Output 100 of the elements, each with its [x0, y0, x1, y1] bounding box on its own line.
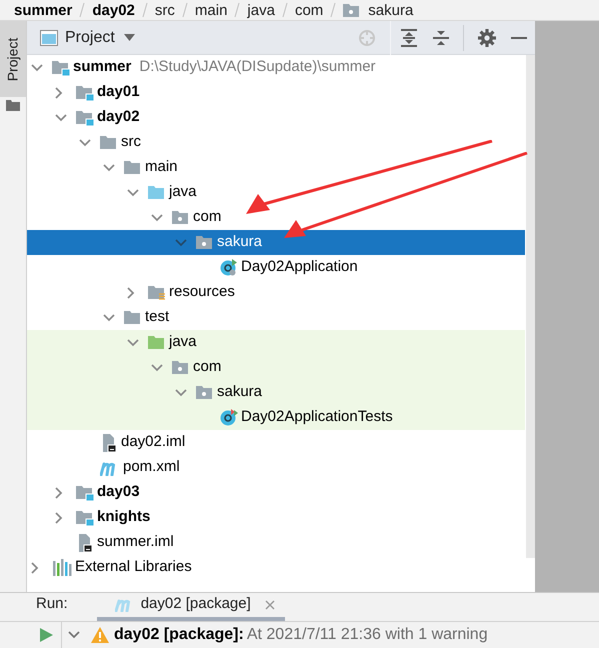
tree-item-label: day02.iml — [121, 432, 186, 452]
tree-item-label: External Libraries — [75, 557, 192, 578]
package-icon — [343, 2, 362, 18]
tree-row[interactable]: src — [27, 130, 525, 155]
tree-item-label: sakura — [217, 232, 262, 252]
tree-row[interactable]: com — [27, 205, 525, 230]
package-icon — [196, 384, 214, 401]
package-icon — [196, 234, 214, 251]
collapse-all-icon[interactable] — [433, 28, 449, 46]
run-tab[interactable]: day02 [package] — [96, 592, 285, 621]
chevron-right-icon[interactable] — [55, 486, 63, 498]
expand-all-icon[interactable] — [401, 28, 417, 46]
tree-row[interactable]: Day02Application — [27, 255, 525, 280]
tree-row[interactable]: main — [27, 155, 525, 180]
chevron-right-icon[interactable] — [31, 562, 39, 574]
chevron-right-icon[interactable] — [55, 512, 63, 524]
tree-row[interactable]: sakura — [27, 380, 525, 405]
tree-item-label: java — [169, 332, 197, 352]
tree-row[interactable]: summer.iml — [27, 530, 525, 555]
tree-item-label: com — [193, 357, 222, 378]
tree-row[interactable]: test — [27, 305, 525, 330]
breadcrumb-separator-icon — [234, 2, 240, 18]
run-entry-message: At 2021/7/11 21:36 with 1 warning — [246, 625, 488, 645]
tree-item-label: test — [145, 307, 170, 328]
tree-row[interactable]: day02 — [27, 105, 525, 130]
tree-row[interactable]: java — [27, 180, 525, 205]
chevron-down-icon[interactable] — [79, 138, 91, 146]
chevron-down-icon[interactable] — [68, 631, 80, 639]
module-folder-icon — [76, 109, 94, 126]
minimize-icon[interactable] — [511, 36, 527, 38]
panel-title[interactable]: Project — [65, 26, 115, 50]
chevron-right-icon[interactable] — [127, 286, 135, 298]
chevron-down-icon[interactable] — [151, 214, 163, 222]
tree-item-label: Day02ApplicationTests — [241, 407, 393, 428]
tree-item-label: summer.iml — [97, 532, 174, 552]
tree-item-label: knights — [97, 507, 150, 528]
tree-row[interactable]: Day02ApplicationTests — [27, 405, 525, 430]
breadcrumb-separator-icon — [142, 2, 148, 18]
tree-row[interactable]: External Libraries — [27, 555, 525, 580]
libraries-icon — [52, 559, 72, 576]
tree-row[interactable]: knights — [27, 505, 525, 530]
breadcrumb-item[interactable]: main — [194, 2, 228, 18]
tree-row[interactable]: resources — [27, 280, 525, 305]
tree-item-label: day01 — [97, 82, 140, 102]
module-folder-icon — [52, 59, 70, 76]
test-folder-icon — [148, 334, 166, 351]
dropdown-caret-icon[interactable] — [124, 34, 135, 41]
chevron-right-icon[interactable] — [55, 86, 63, 98]
tree-row[interactable]: com — [27, 355, 525, 380]
file-icon — [100, 434, 118, 452]
tree-item-label: java — [169, 182, 197, 202]
folder-icon — [124, 159, 142, 176]
folder-icon[interactable] — [6, 99, 20, 111]
breadcrumb-item[interactable]: java — [247, 2, 275, 18]
tree-item-label: src — [121, 132, 141, 152]
breadcrumb-item[interactable]: sakura — [368, 2, 414, 18]
breadcrumb-item[interactable]: summer — [14, 2, 72, 18]
chevron-down-icon[interactable] — [151, 364, 163, 372]
breadcrumb-item[interactable]: com — [294, 2, 324, 18]
tree-row[interactable]: pom.xml — [27, 455, 525, 480]
chevron-down-icon[interactable] — [55, 114, 67, 122]
tree-row[interactable]: summer D:\Study\JAVA(DISupdate)\summer — [27, 55, 525, 80]
breadcrumb-separator-icon — [282, 2, 288, 18]
run-entry-title[interactable]: day02 [package]: — [114, 623, 244, 647]
chevron-down-icon[interactable] — [175, 238, 187, 246]
tree-row[interactable]: day03 — [27, 480, 525, 505]
tree-item-label: pom.xml — [123, 457, 180, 478]
tree-row[interactable]: day02.iml — [27, 430, 525, 455]
chevron-down-icon[interactable] — [127, 338, 139, 346]
chevron-down-icon[interactable] — [127, 188, 139, 196]
breadcrumb-separator-icon — [79, 2, 86, 18]
module-folder-icon — [76, 509, 94, 526]
folder-icon — [100, 134, 118, 151]
tree-row[interactable]: java — [27, 330, 525, 355]
breadcrumb-item[interactable]: src — [154, 2, 175, 18]
path-note: D:\Study\JAVA(DISupdate)\summer — [139, 57, 376, 78]
tree-item-label: com — [193, 207, 222, 228]
tree-row[interactable]: day01 — [27, 80, 525, 105]
module-folder-icon — [76, 484, 94, 501]
breadcrumb-separator-icon — [182, 2, 188, 18]
source-folder-icon — [148, 184, 166, 201]
close-icon[interactable] — [264, 600, 275, 610]
settings-icon[interactable] — [478, 28, 496, 46]
chevron-down-icon[interactable] — [175, 388, 187, 396]
file-icon — [76, 534, 94, 552]
package-icon — [172, 209, 190, 226]
package-icon — [172, 359, 190, 376]
chevron-down-icon[interactable] — [31, 64, 43, 72]
folder-icon — [124, 309, 142, 326]
chevron-down-icon[interactable] — [103, 164, 115, 172]
window-icon — [40, 30, 58, 46]
chevron-down-icon[interactable] — [103, 314, 115, 322]
run-icon[interactable] — [40, 628, 53, 642]
warning-icon — [91, 627, 109, 643]
module-folder-icon — [76, 84, 94, 101]
tree-item-label: day03 — [97, 482, 140, 502]
class-icon — [220, 258, 238, 276]
breadcrumb-item[interactable]: day02 — [92, 2, 135, 18]
tree-row[interactable]: sakura — [27, 230, 525, 255]
tree-item-label: summer — [73, 57, 132, 78]
